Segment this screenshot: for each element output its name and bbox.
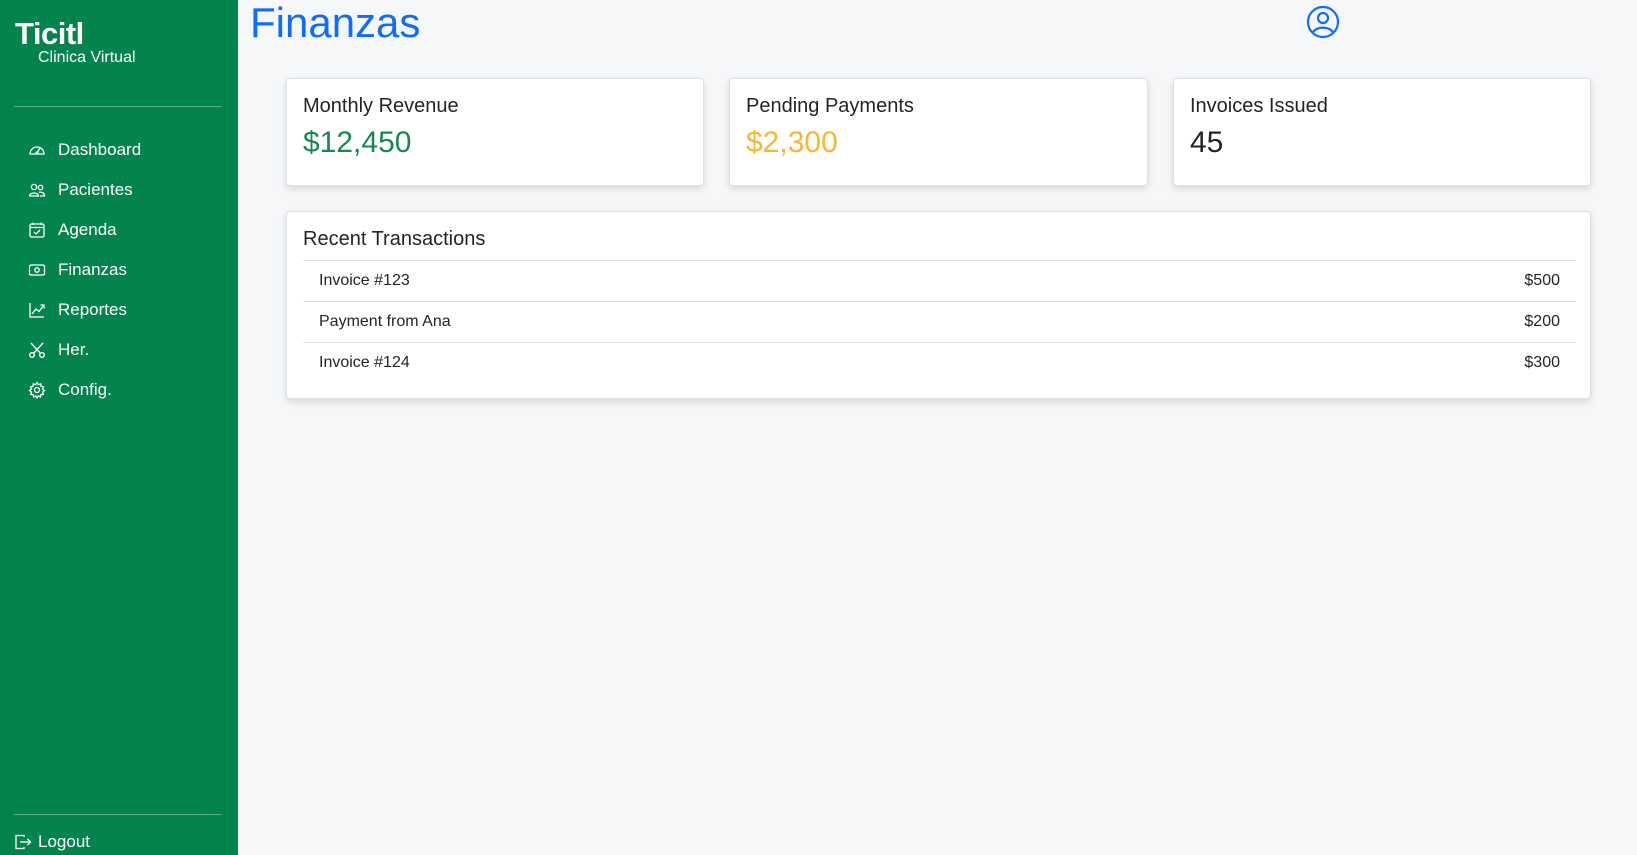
user-circle-icon[interactable] <box>1306 5 1340 39</box>
stat-title: Monthly Revenue <box>303 95 459 117</box>
transaction-amount: $300 <box>1524 354 1560 371</box>
logout-label: Logout <box>38 832 90 851</box>
sidebar-item-pacientes[interactable]: Pacientes <box>28 170 141 210</box>
sidebar-item-config[interactable]: Config. <box>28 370 141 410</box>
brand: Ticitl Clinica Virtual <box>15 17 136 67</box>
brand-name: Ticitl <box>15 16 84 51</box>
graph-up-icon <box>28 301 46 319</box>
transaction-row[interactable]: Invoice #124 $300 <box>303 342 1576 383</box>
stat-value: 45 <box>1190 126 1224 159</box>
sidebar-item-label: Reportes <box>58 300 127 319</box>
people-icon <box>28 181 46 199</box>
sidebar-divider-bottom <box>14 814 222 815</box>
stat-value: $2,300 <box>746 126 838 159</box>
stat-card-invoices-issued: Invoices Issued 45 <box>1173 78 1591 186</box>
sidebar-item-label: Her. <box>58 340 90 359</box>
cash-icon <box>28 261 46 279</box>
brand-subtitle: Clinica Virtual <box>38 49 136 66</box>
transactions-list: Invoice #123 $500 Payment from Ana $200 … <box>303 260 1576 383</box>
recent-transactions-card: Recent Transactions Invoice #123 $500 Pa… <box>286 211 1591 399</box>
calendar-check-icon <box>28 221 46 239</box>
logout-icon <box>14 833 32 851</box>
sidebar-item-label: Dashboard <box>58 140 142 159</box>
sidebar-nav: Dashboard Pacientes Agenda Finanzas Repo… <box>28 130 141 410</box>
transaction-label: Invoice #123 <box>319 272 410 289</box>
transactions-title: Recent Transactions <box>303 228 486 250</box>
stat-value: $12,450 <box>303 126 412 159</box>
scissors-icon <box>28 341 46 359</box>
sidebar-item-herramientas[interactable]: Her. <box>28 330 141 370</box>
transaction-amount: $500 <box>1524 272 1560 289</box>
sidebar-item-reportes[interactable]: Reportes <box>28 290 141 330</box>
speedometer-icon <box>28 141 46 159</box>
sidebar-item-label: Agenda <box>58 220 117 239</box>
stat-card-monthly-revenue: Monthly Revenue $12,450 <box>286 78 704 186</box>
transaction-row[interactable]: Payment from Ana $200 <box>303 301 1576 342</box>
stat-title: Invoices Issued <box>1190 95 1328 117</box>
sidebar-divider-top <box>14 106 222 107</box>
stat-title: Pending Payments <box>746 95 914 117</box>
page-title: Finanzas <box>250 0 421 46</box>
stat-card-pending-payments: Pending Payments $2,300 <box>729 78 1148 186</box>
transaction-label: Payment from Ana <box>319 313 451 330</box>
sidebar-item-agenda[interactable]: Agenda <box>28 210 141 250</box>
sidebar: Ticitl Clinica Virtual Dashboard Pacient… <box>0 0 238 855</box>
transaction-row[interactable]: Invoice #123 $500 <box>303 260 1576 301</box>
sidebar-item-dashboard[interactable]: Dashboard <box>28 130 141 170</box>
main-content: Finanzas Monthly Revenue $12,450 Pending… <box>238 0 1637 855</box>
transaction-label: Invoice #124 <box>319 354 410 371</box>
sidebar-item-label: Pacientes <box>58 180 133 199</box>
transaction-amount: $200 <box>1524 313 1560 330</box>
gear-icon <box>28 381 46 399</box>
sidebar-item-finanzas[interactable]: Finanzas <box>28 250 141 290</box>
logout-button[interactable]: Logout <box>14 832 90 852</box>
sidebar-item-label: Config. <box>58 380 112 399</box>
sidebar-item-label: Finanzas <box>58 260 127 279</box>
